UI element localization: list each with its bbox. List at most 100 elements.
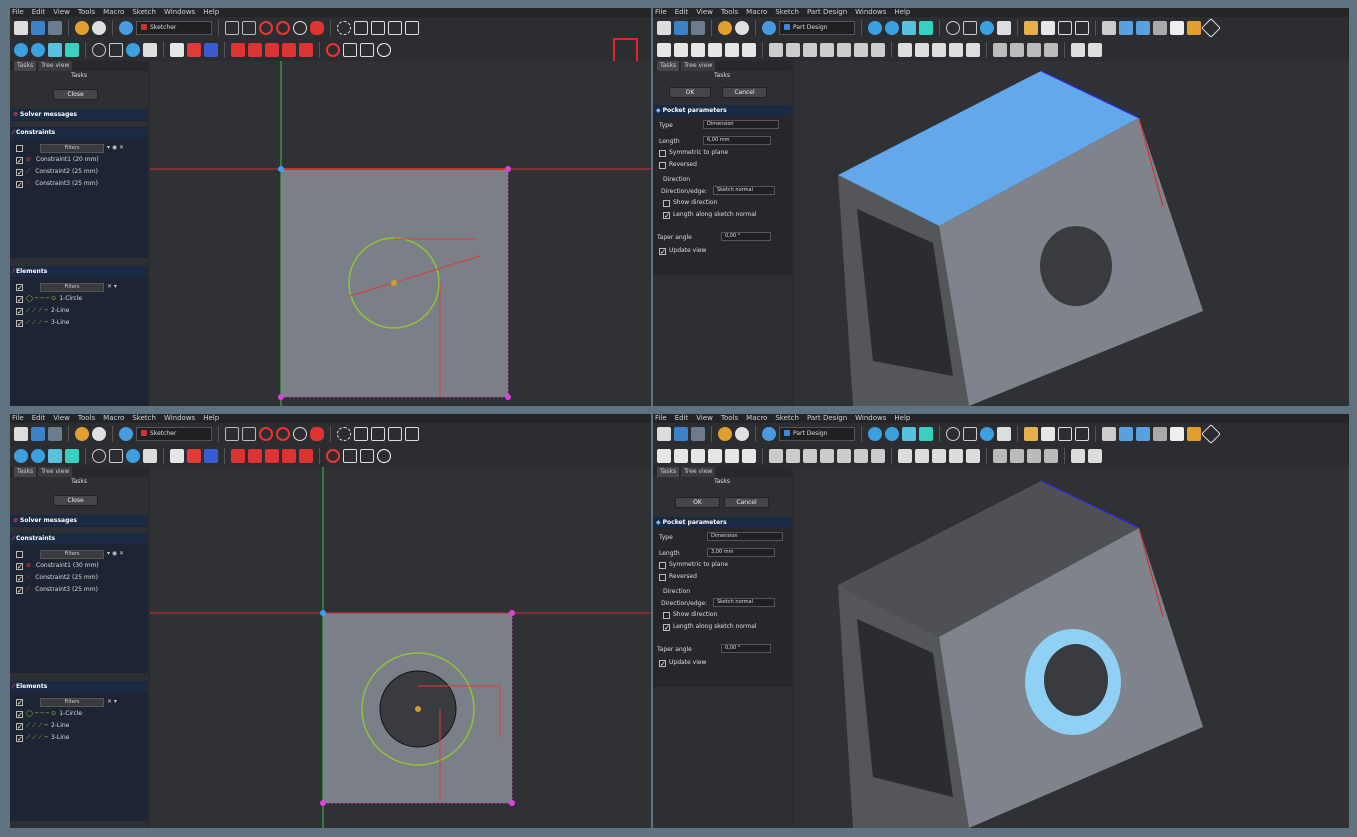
menu-sketch[interactable]: Sketch [775,8,799,16]
point-icon[interactable] [259,427,273,441]
open-file-icon[interactable] [674,21,688,35]
std-views-icon[interactable] [963,427,977,441]
bracket-icon[interactable] [1075,427,1089,441]
link-icon[interactable] [997,427,1011,441]
circle-icon[interactable] [377,449,391,463]
cancel-button[interactable]: Cancel [722,87,767,98]
view-axis-icon[interactable] [919,21,933,35]
view-sketch-icon[interactable] [242,427,256,441]
elements-header[interactable]: ⁄ Elements [10,266,148,277]
menu-edit[interactable]: Edit [675,414,689,422]
construction-icon[interactable] [337,427,351,441]
linear-pattern-icon[interactable] [915,43,929,57]
constraints-header[interactable]: ⁄ Constraints [10,127,148,138]
element-item[interactable]: 1-Circle [59,293,82,305]
refresh-icon[interactable] [762,21,776,35]
subtractive-primitive-icon[interactable] [871,43,885,57]
help-icon[interactable] [1102,427,1116,441]
bracket-icon[interactable] [1075,21,1089,35]
groove-icon[interactable] [803,449,817,463]
view-axis-icon[interactable] [919,427,933,441]
elements-filter[interactable]: Filters [40,697,104,707]
show-direction-checkbox[interactable] [663,611,670,619]
constraint-perpendicular-icon[interactable] [405,427,419,441]
symmetric-checkbox[interactable] [659,149,666,157]
clone-icon[interactable] [1170,21,1184,35]
sketch-viewport[interactable] [150,61,651,406]
validate-icon[interactable] [1153,427,1167,441]
draw-style-icon[interactable] [92,449,106,463]
menu-windows[interactable]: Windows [855,8,886,16]
menu-macro[interactable]: Macro [103,414,124,422]
constraint-horizontal-icon[interactable] [354,427,368,441]
zoom-fit-icon[interactable] [868,21,882,35]
sprocket-icon[interactable] [1071,43,1085,57]
part-icon[interactable] [1024,427,1038,441]
refresh-icon[interactable] [119,427,133,441]
subtractive-pipe-icon[interactable] [837,43,851,57]
menu-windows[interactable]: Windows [855,414,886,422]
pad-icon[interactable] [657,449,671,463]
boolean-icon[interactable] [1044,449,1058,463]
polyline-icon[interactable] [276,427,290,441]
element-item[interactable]: 1-Circle [59,708,82,720]
tab-tasks[interactable]: Tasks [14,61,37,71]
menu-sketch[interactable]: Sketch [132,414,156,422]
undo-icon[interactable] [718,427,732,441]
show-direction-checkbox[interactable] [663,199,670,207]
sketch-viewport[interactable] [150,467,651,828]
new-file-icon[interactable] [657,427,671,441]
element-item[interactable]: 3-Line [51,317,70,329]
additive-primitive-icon[interactable] [742,449,756,463]
draft-icon[interactable] [1010,43,1024,57]
menu-edit[interactable]: Edit [675,8,689,16]
zoom-selection-icon[interactable] [31,449,45,463]
solver-messages-section[interactable]: ⊘ Solver messages [10,515,148,527]
menu-bar[interactable]: File Edit View Tools Macro Sketch Part Design W… [653,8,1349,17]
menu-tools[interactable]: Tools [721,414,738,422]
tab-tasks[interactable]: Tasks [657,467,680,477]
length-input[interactable]: 6,00 mm [703,136,771,145]
chamfer-icon[interactable] [993,43,1007,57]
measure-icon[interactable] [980,21,994,35]
constraint-vertical-icon[interactable] [371,427,385,441]
constraints-filter[interactable]: Filters [40,549,104,559]
help-icon[interactable] [143,449,157,463]
binder-icon[interactable] [1187,427,1201,441]
save-icon[interactable] [691,21,705,35]
workbench-selector[interactable]: Part Design [779,427,855,441]
std-views-icon[interactable] [109,449,123,463]
subtractive-loft-icon[interactable] [820,43,834,57]
thickness-icon[interactable] [1027,43,1041,57]
symmetric-checkbox[interactable] [659,561,666,569]
constraint-lock-icon[interactable] [248,449,262,463]
line-icon[interactable] [343,449,357,463]
sprocket-icon[interactable] [1071,449,1085,463]
close-button[interactable]: Close [53,495,98,506]
constraint-item[interactable]: Constraint1 (30 mm) [36,560,99,572]
menu-view[interactable]: View [696,414,713,422]
pipe-icon[interactable] [708,449,722,463]
menu-part-design[interactable]: Part Design [807,414,847,422]
menu-edit[interactable]: Edit [32,414,46,422]
draft-icon[interactable] [1010,449,1024,463]
zoom-fit-icon[interactable] [868,427,882,441]
menu-bar[interactable]: File Edit View Tools Macro Sketch Windows Help [10,414,651,423]
refresh-icon[interactable] [762,427,776,441]
undo-icon[interactable] [75,427,89,441]
update-view-checkbox[interactable] [659,246,666,258]
menu-bar[interactable]: File Edit View Tools Macro Sketch Part Design W… [653,414,1349,423]
constraint-diameter-icon[interactable] [299,449,313,463]
menu-tools[interactable]: Tools [78,414,95,422]
constraint-item[interactable]: Constraint3 (25 mm) [35,178,98,190]
sketch-icon[interactable] [1136,21,1150,35]
length-along-normal-checkbox[interactable] [663,210,670,222]
redo-icon[interactable] [92,427,106,441]
isometric-icon[interactable] [902,427,916,441]
workbench-selector[interactable]: Sketcher [136,427,212,441]
constraints-filter[interactable]: Filters [40,143,104,153]
element-item[interactable]: 2-Line [51,305,70,317]
linear-pattern-icon[interactable] [915,449,929,463]
sketch-icon[interactable] [1136,427,1150,441]
constraint-item[interactable]: Constraint1 (20 mm) [36,154,99,166]
